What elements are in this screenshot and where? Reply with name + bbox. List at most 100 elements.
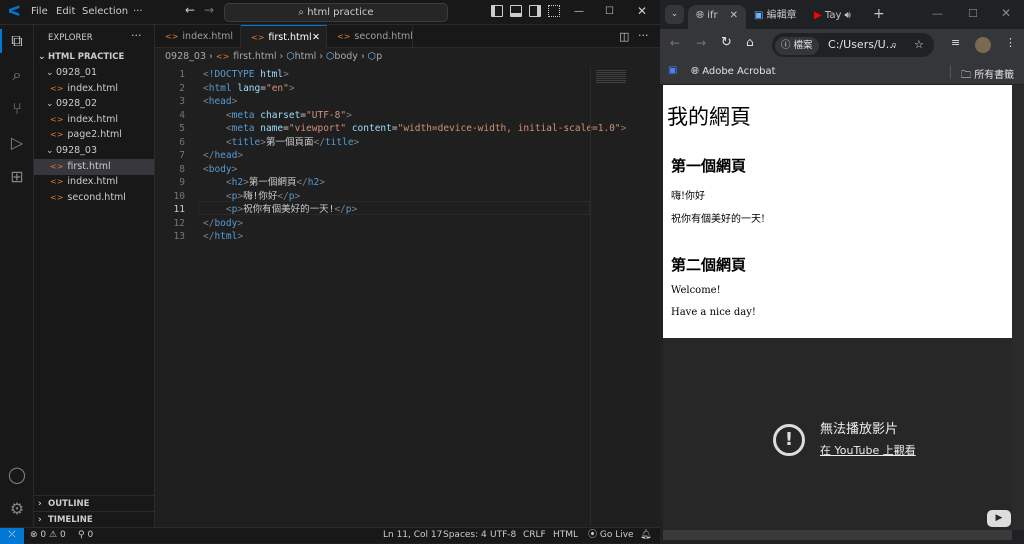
profile-avatar[interactable]: [975, 37, 991, 53]
breadcrumb-html[interactable]: html: [295, 51, 317, 62]
maximize-icon[interactable]: ☐: [968, 7, 978, 20]
file-item[interactable]: <> index.html: [34, 112, 154, 128]
file-item[interactable]: <> second.html: [34, 190, 154, 206]
folder-item[interactable]: ⌄ 0928_02: [34, 96, 154, 112]
close-tab-icon[interactable]: ✕: [312, 26, 320, 49]
code-editor[interactable]: 1 <!DOCTYPE html> 2 <html lang="en"> 3 <head>…: [155, 66, 627, 526]
toggle-sidebar-icon[interactable]: [491, 5, 503, 17]
menu-more[interactable]: ···: [133, 6, 143, 17]
forward-icon[interactable]: →: [696, 36, 706, 50]
command-center-search[interactable]: ⌕ html practice: [224, 3, 448, 22]
close-window-icon[interactable]: ✕: [1001, 6, 1011, 20]
cursor-position[interactable]: Ln 11, Col 17: [383, 528, 442, 543]
breadcrumb-p[interactable]: p: [376, 51, 382, 62]
vertical-scrollbar[interactable]: [1012, 85, 1024, 530]
code-line[interactable]: <p>嗨!你好</p>: [203, 190, 300, 204]
remote-icon[interactable]: ⤫: [0, 528, 24, 544]
folder-item[interactable]: ⌄ 0928_03: [34, 143, 154, 159]
reload-icon[interactable]: ↻: [721, 35, 732, 50]
menu-edit[interactable]: Edit: [56, 6, 75, 17]
outline-section[interactable]: › OUTLINE: [34, 495, 154, 511]
search-icon[interactable]: ⌕: [7, 65, 27, 85]
site-info-chip[interactable]: ⓘ 檔案: [775, 37, 819, 55]
ports-indicator[interactable]: ⚲ 0: [78, 528, 93, 543]
timeline-section[interactable]: › TIMELINE: [34, 511, 154, 527]
code-line[interactable]: <h2>第一個網頁</h2>: [203, 176, 325, 190]
menu-selection[interactable]: Selection: [82, 6, 128, 17]
extensions-icon[interactable]: ⊞: [7, 167, 27, 187]
back-icon[interactable]: ←: [670, 36, 680, 50]
encoding[interactable]: UTF-8: [490, 528, 516, 543]
bookmark-star-icon[interactable]: ☆: [914, 33, 924, 57]
back-arrow-icon[interactable]: ←: [185, 3, 195, 17]
new-tab-icon[interactable]: +: [873, 6, 885, 22]
google-translate-icon[interactable]: ▣: [668, 65, 677, 76]
code-line[interactable]: </html>: [203, 230, 243, 244]
breadcrumb-folder[interactable]: 0928_03: [165, 51, 206, 62]
code-line[interactable]: </head>: [203, 149, 243, 163]
file-item[interactable]: <> index.html: [34, 81, 154, 97]
line-ending[interactable]: CRLF: [523, 528, 546, 543]
code-line[interactable]: <body>: [203, 163, 237, 177]
menu-file[interactable]: File: [31, 6, 48, 17]
bookmark-adobe-acrobat[interactable]: 🌐︎ Adobe Acrobat: [691, 66, 776, 77]
code-line[interactable]: </body>: [203, 217, 243, 231]
account-icon[interactable]: ◯: [7, 465, 27, 485]
settings-gear-icon[interactable]: ⚙: [7, 499, 27, 519]
tab-second-html[interactable]: <> second.html: [327, 25, 413, 48]
zoom-icon[interactable]: ⌕: [891, 33, 897, 57]
go-live-button[interactable]: ⦿ Go Live: [588, 528, 634, 543]
notifications-bell-icon[interactable]: 🔔︎: [640, 528, 651, 543]
tab-index-html[interactable]: <> index.html: [155, 25, 241, 48]
code-line[interactable]: <title>第一個頁面</title>: [203, 136, 359, 150]
youtube-play-icon[interactable]: ▶: [987, 510, 1011, 527]
editor-more-icon[interactable]: ···: [638, 29, 649, 42]
split-editor-icon[interactable]: ◫: [619, 30, 629, 43]
minimize-icon[interactable]: —: [932, 7, 943, 20]
minimap[interactable]: [590, 66, 660, 526]
close-icon[interactable]: ✕: [637, 4, 647, 18]
code-line[interactable]: <p>祝你有個美好的一天!</p>: [203, 203, 357, 217]
minimize-icon[interactable]: —: [574, 6, 584, 17]
close-tab-icon[interactable]: ✕: [730, 5, 738, 27]
breadcrumb-file[interactable]: first.html: [233, 51, 276, 62]
breadcrumb-body[interactable]: body: [334, 51, 358, 62]
more-menu-icon[interactable]: ⋮: [1005, 36, 1016, 49]
code-line[interactable]: <html lang="en">: [203, 82, 295, 96]
file-item[interactable]: <> page2.html: [34, 127, 154, 143]
code-line[interactable]: <meta name="viewport" content="width=dev…: [203, 122, 627, 136]
browser-tab-2[interactable]: ▣ 編輯章: [754, 5, 797, 29]
browser-tab-youtube[interactable]: ▶ Tay 🔊︎: [814, 5, 851, 29]
tab-first-html[interactable]: <> first.html ✕: [241, 25, 327, 48]
forward-arrow-icon[interactable]: →: [204, 3, 214, 17]
workspace-root[interactable]: ⌄ HTML PRACTICE: [34, 49, 154, 65]
language-mode[interactable]: HTML: [553, 528, 578, 543]
home-icon[interactable]: ⌂: [746, 35, 754, 49]
folder-item[interactable]: ⌄ 0928_01: [34, 65, 154, 81]
explorer-more-icon[interactable]: ···: [131, 29, 142, 42]
code-line[interactable]: <meta charset="UTF-8">: [203, 109, 352, 123]
watch-on-youtube-link[interactable]: 在 YouTube 上觀看: [820, 442, 916, 458]
file-item[interactable]: <> index.html: [34, 174, 154, 190]
problems-indicator[interactable]: ⊗ 0 ⚠ 0: [30, 528, 66, 543]
maximize-icon[interactable]: ☐: [605, 6, 614, 17]
status-bar: ⤫ ⊗ 0 ⚠ 0 ⚲ 0 Ln 11, Col 17 Spaces: 4 UT…: [0, 527, 660, 544]
address-bar[interactable]: ⓘ 檔案 C:/Users/U... ⌕ ☆: [772, 33, 934, 57]
customize-layout-icon[interactable]: [548, 5, 560, 17]
file-item[interactable]: <> first.html: [34, 158, 154, 175]
explorer-icon[interactable]: ⧉: [7, 31, 27, 51]
horizontal-scrollbar[interactable]: [663, 530, 1012, 540]
code-line[interactable]: <head>: [203, 95, 237, 109]
toggle-panel-icon[interactable]: [510, 5, 522, 17]
run-debug-icon[interactable]: ▷: [7, 133, 27, 153]
tab-search-chevron-icon[interactable]: ⌄: [665, 5, 684, 24]
code-line[interactable]: <!DOCTYPE html>: [203, 68, 289, 82]
source-control-icon[interactable]: ⑂: [7, 99, 27, 119]
browser-tab-active[interactable]: 🌐︎ ifr ✕: [688, 5, 746, 29]
toggle-secondary-sidebar-icon[interactable]: [529, 5, 541, 17]
media-control-icon[interactable]: ≡: [951, 36, 960, 49]
indentation[interactable]: Spaces: 4: [443, 528, 487, 543]
all-bookmarks-button[interactable]: 🗀 所有書籤: [961, 66, 1014, 85]
youtube-embed[interactable]: ! 無法播放影片 在 YouTube 上觀看 ▶: [663, 338, 1012, 530]
